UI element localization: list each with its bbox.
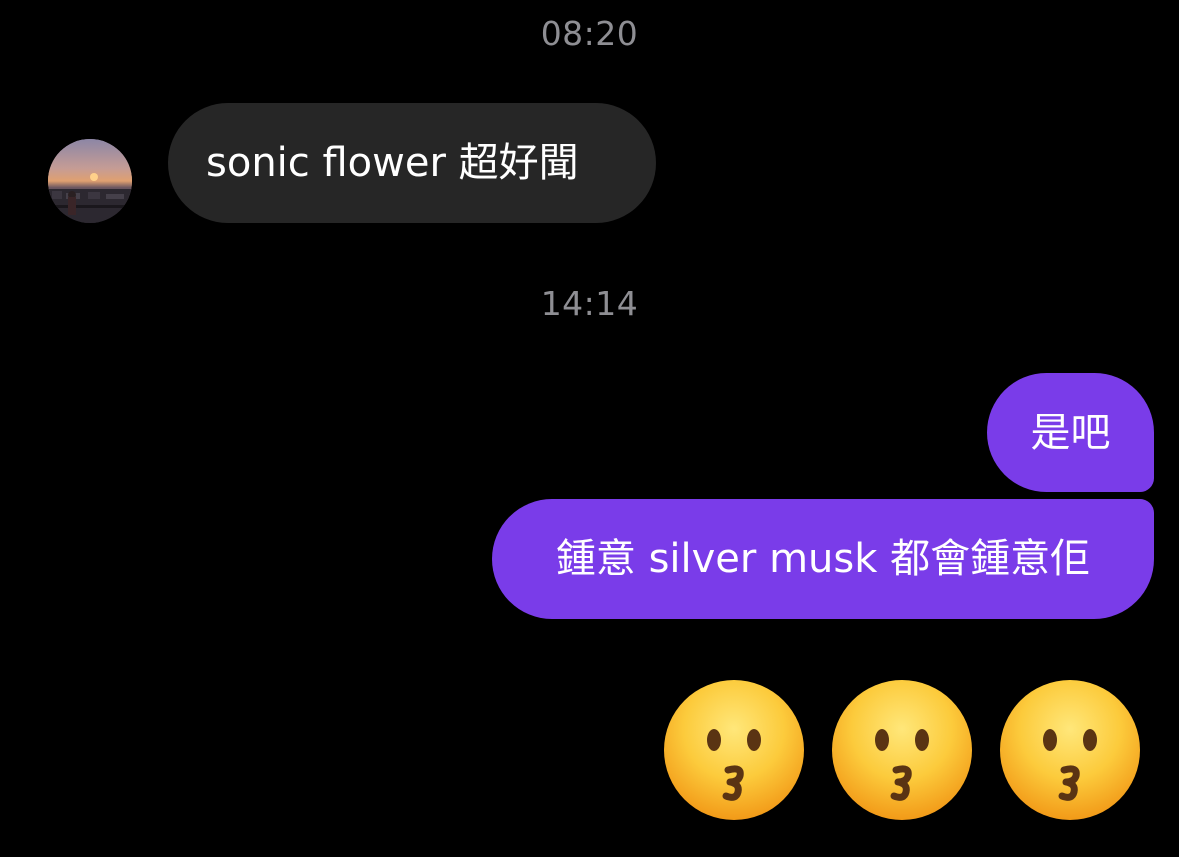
chat-thread: 08:20 sonic flower 超好聞 14:14 是吧 鍾意 silve… [0, 0, 1179, 857]
outgoing-message[interactable]: 鍾意 silver musk 都會鍾意佢 [492, 499, 1154, 619]
kissing-face-icon [832, 680, 972, 820]
kissing-face-icon [664, 680, 804, 820]
message-text: sonic flower 超好聞 [206, 140, 579, 186]
message-text: 是吧 [1030, 409, 1111, 456]
outgoing-message[interactable]: 是吧 [987, 373, 1154, 492]
incoming-message[interactable]: sonic flower 超好聞 [168, 103, 656, 223]
message-text: 鍾意 silver musk 都會鍾意佢 [555, 536, 1091, 582]
emoji-message[interactable] [662, 678, 1142, 822]
avatar-image [48, 139, 132, 223]
timestamp: 08:20 [540, 14, 639, 53]
kissing-face-icon [1000, 680, 1140, 820]
timestamp: 14:14 [540, 284, 639, 323]
avatar[interactable] [48, 139, 132, 223]
